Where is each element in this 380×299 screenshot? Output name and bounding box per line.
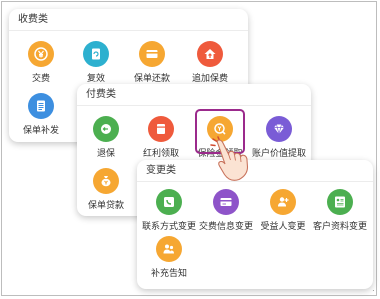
card-icon [139, 41, 165, 67]
service-lianxifangshibiangeng[interactable]: 联系方式变更 [137, 189, 201, 232]
phone-icon [156, 189, 182, 215]
service-fuxiao[interactable]: 复效 [64, 41, 128, 84]
return-badge-icon [93, 116, 119, 142]
service-jiaofeixinxibiangeng[interactable]: 交费信息变更 [194, 189, 258, 232]
service-jiaofeixinxibiangeng-label: 交费信息变更 [198, 221, 253, 231]
people-icon [156, 236, 182, 262]
service-zhuijiabaofei-label: 追加保费 [191, 73, 228, 83]
service-kehuziliaobiangeng-label: 客户资料变更 [312, 221, 367, 231]
diamond-icon [266, 116, 292, 142]
service-baodanbufa-label: 保单补发 [22, 125, 59, 135]
service-baodanhuankuan-label: 保单还款 [133, 73, 170, 83]
service-honglilingqu[interactable]: 红利领取 [129, 116, 193, 159]
service-baodandaikuan-label: 保单贷款 [87, 200, 124, 210]
house-up-icon [197, 41, 223, 67]
document-icon [28, 93, 54, 119]
yen-circle-icon [28, 41, 54, 67]
service-kehuziliaobiangeng[interactable]: 客户资料变更 [308, 189, 372, 232]
panel-title-fufei: 付费类 [77, 84, 311, 106]
money-bag-icon [93, 168, 119, 194]
service-buchonggaozhi-label: 补充告知 [150, 268, 187, 278]
bag-icon [148, 116, 174, 142]
service-fuxiao-label: 复效 [86, 73, 105, 83]
service-shouyirenbiangeng-label: 受益人变更 [260, 221, 306, 231]
service-baodanbufa[interactable]: 保单补发 [9, 93, 73, 136]
service-lianxifangshibiangeng-label: 联系方式变更 [141, 221, 196, 231]
hand-pointer-icon [208, 136, 258, 189]
service-buchonggaozhi[interactable]: 补充告知 [137, 236, 201, 279]
edge-mark: · [372, 286, 375, 295]
panel-title-shoufei: 收费类 [9, 9, 248, 31]
beneficiary-icon [270, 189, 296, 215]
service-baodandaikuan[interactable]: 保单贷款 [74, 168, 138, 211]
service-zhuijiabaofei[interactable]: 追加保费 [178, 41, 242, 84]
service-baodanhuankuan[interactable]: 保单还款 [120, 41, 184, 84]
service-honglilingqu-label: 红利领取 [142, 148, 179, 158]
service-shouyirenbiangeng[interactable]: 受益人变更 [251, 189, 315, 232]
card-edit-icon [213, 189, 239, 215]
id-card-icon [327, 189, 353, 215]
refresh-document-icon [83, 41, 109, 67]
